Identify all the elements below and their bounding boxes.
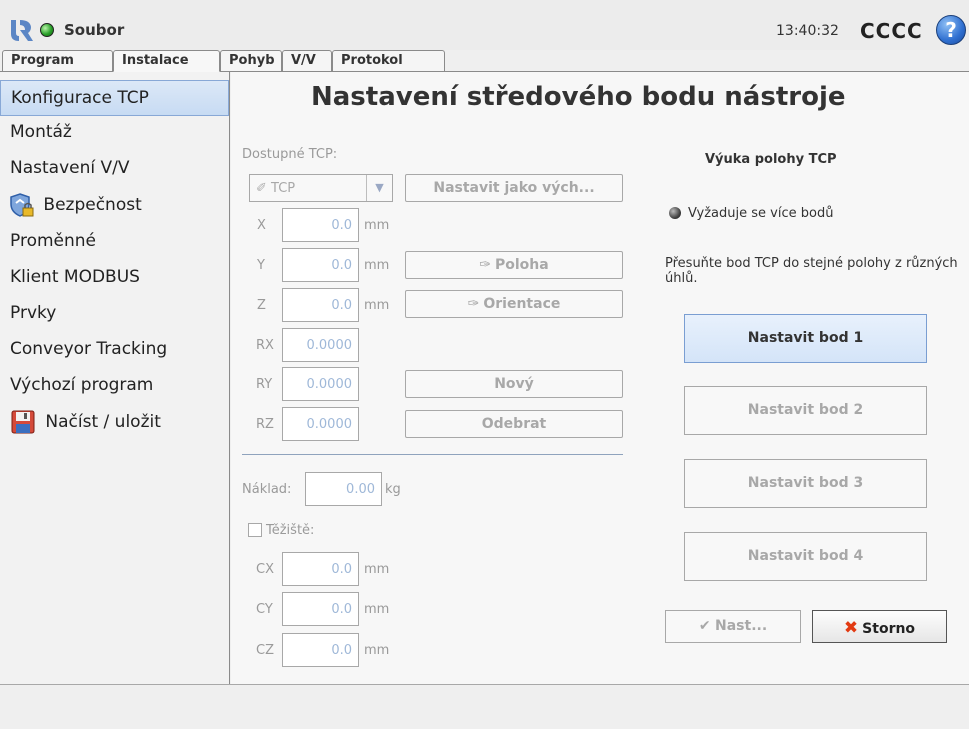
tcp-config-panel: Nastavení středového bodu nástroje Dostu… [231, 72, 969, 684]
teach-arrow-icon: ✑ [467, 296, 480, 312]
chevron-down-icon: ▼ [366, 175, 392, 201]
cy-field[interactable]: 0.0 [282, 592, 359, 626]
set-tcp-button-label: Nast... [715, 618, 768, 634]
sidebar-item-conveyor[interactable]: Conveyor Tracking [0, 332, 229, 368]
cz-unit: mm [364, 643, 390, 658]
tcp-select[interactable]: ✐ TCP ▼ [249, 174, 393, 202]
z-field[interactable]: 0.0 [282, 288, 359, 322]
rz-label: RZ [256, 417, 274, 432]
sidebar-item-label: Nastavení V/V [10, 158, 130, 178]
tab-log[interactable]: Protokol [332, 50, 445, 72]
orientation-button-label: Orientace [483, 296, 561, 312]
close-icon: ✖ [843, 618, 859, 638]
pencil-icon: ✐ [256, 181, 272, 196]
y-field[interactable]: 0.0 [282, 248, 359, 282]
teach-status: Vyžaduje se více bodů [688, 206, 834, 221]
cz-field[interactable]: 0.0 [282, 633, 359, 667]
set-point-3-button[interactable]: Nastavit bod 3 [684, 459, 927, 508]
set-point-1-button[interactable]: Nastavit bod 1 [684, 314, 927, 363]
sidebar-item-label: Načíst / uložit [45, 412, 161, 432]
x-label: X [257, 218, 266, 233]
cancel-button[interactable]: ✖ Storno [812, 610, 947, 643]
y-unit: mm [364, 258, 390, 273]
cy-unit: mm [364, 602, 390, 617]
cz-label: CZ [256, 643, 274, 658]
status-indicator-icon [669, 207, 681, 219]
top-bar: Soubor 13:40:32 CCCC ? [0, 0, 969, 50]
sidebar-item-safety[interactable]: Bezpečnost [0, 187, 229, 223]
sidebar-item-label: Klient MODBUS [10, 267, 140, 287]
teach-arrow-icon: ✑ [479, 257, 491, 273]
sidebar-item-modbus[interactable]: Klient MODBUS [0, 260, 229, 296]
sidebar-item-default-program[interactable]: Výchozí program [0, 368, 229, 404]
section-divider [242, 454, 623, 455]
sidebar-item-mounting[interactable]: Montáž [0, 115, 229, 151]
sidebar-item-io-setup[interactable]: Nastavení V/V [0, 151, 229, 187]
payload-unit: kg [385, 482, 401, 497]
x-unit: mm [364, 218, 390, 233]
remove-tcp-button[interactable]: Odebrat [405, 410, 623, 438]
rz-field[interactable]: 0.0000 [282, 407, 359, 441]
orientation-button[interactable]: ✑ Orientace [405, 290, 623, 318]
sidebar-item-load-save[interactable]: Načíst / uložit [0, 404, 229, 440]
set-tcp-button[interactable]: ✔ Nast... [665, 610, 801, 643]
sidebar-item-label: Bezpečnost [43, 195, 142, 215]
payload-label: Náklad: [242, 482, 292, 497]
new-tcp-button[interactable]: Nový [405, 370, 623, 398]
position-button[interactable]: ✑ Poloha [405, 251, 623, 279]
cog-checkbox[interactable] [248, 523, 262, 537]
x-field[interactable]: 0.0 [282, 208, 359, 242]
robot-name: CCCC [860, 19, 923, 43]
set-point-4-button[interactable]: Nastavit bod 4 [684, 532, 927, 581]
ry-label: RY [256, 377, 273, 392]
available-tcp-label: Dostupné TCP: [242, 147, 338, 162]
page-title: Nastavení středového bodu nástroje [311, 82, 846, 112]
cancel-button-label: Storno [862, 621, 916, 637]
cx-unit: mm [364, 562, 390, 577]
tab-installation[interactable]: Instalace [113, 50, 220, 72]
clock: 13:40:32 [776, 23, 839, 39]
teach-instructions: Přesuňte bod TCP do stejné polohy z různ… [665, 256, 958, 286]
shield-lock-icon [10, 193, 34, 217]
set-default-button[interactable]: Nastavit jako vých... [405, 174, 623, 202]
sidebar-item-features[interactable]: Prvky [0, 296, 229, 332]
rx-label: RX [256, 338, 274, 353]
z-label: Z [257, 298, 266, 313]
sidebar-item-label: Montáž [10, 122, 72, 142]
cy-label: CY [256, 602, 273, 617]
position-button-label: Poloha [495, 257, 549, 273]
sidebar-item-tcp-config[interactable]: Konfigurace TCP [0, 80, 229, 116]
sidebar-item-label: Proměnné [10, 231, 96, 251]
tab-io[interactable]: V/V [282, 50, 332, 72]
checkmark-icon: ✔ [698, 618, 716, 634]
sidebar-item-label: Conveyor Tracking [10, 339, 168, 359]
help-icon[interactable]: ? [936, 15, 966, 45]
sidebar-item-label: Výchozí program [10, 375, 154, 395]
file-menu[interactable]: Soubor [64, 21, 124, 39]
installation-sidebar: Konfigurace TCP Montáž Nastavení V/V Bez… [0, 72, 230, 684]
cx-field[interactable]: 0.0 [282, 552, 359, 586]
tab-move[interactable]: Pohyb [220, 50, 282, 72]
rx-field[interactable]: 0.0000 [282, 328, 359, 362]
ur-logo-icon [8, 18, 34, 44]
y-label: Y [257, 258, 265, 273]
sidebar-item-label: Konfigurace TCP [11, 88, 149, 108]
floppy-disk-icon [11, 410, 35, 434]
tab-program[interactable]: Program [2, 50, 113, 72]
ry-field[interactable]: 0.0000 [282, 367, 359, 401]
set-point-2-button[interactable]: Nastavit bod 2 [684, 386, 927, 435]
payload-field[interactable]: 0.00 [305, 472, 382, 506]
main-tabs: Program Instalace Pohyb V/V Protokol [0, 50, 969, 72]
footer-divider [0, 684, 969, 685]
teach-title: Výuka polohy TCP [705, 152, 837, 167]
cog-label: Těžiště: [266, 523, 315, 538]
robot-status-icon [40, 23, 54, 37]
sidebar-item-label: Prvky [10, 303, 57, 323]
z-unit: mm [364, 298, 390, 313]
sidebar-item-variables[interactable]: Proměnné [0, 224, 229, 260]
tcp-select-value: TCP [271, 181, 296, 196]
cx-label: CX [256, 562, 274, 577]
